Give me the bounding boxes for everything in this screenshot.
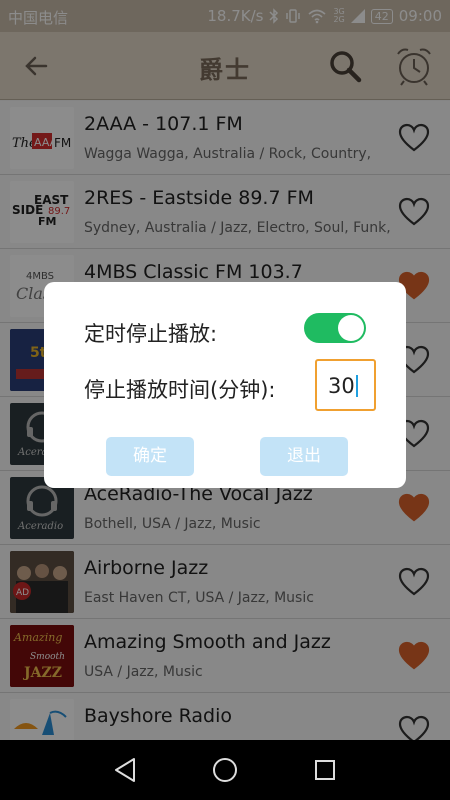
timer-toggle[interactable] — [304, 313, 366, 343]
nav-home-icon[interactable] — [212, 756, 238, 784]
timer-label: 定时停止播放: — [84, 322, 218, 346]
toggle-knob — [338, 315, 364, 341]
sleep-timer-dialog: 定时停止播放: 停止播放时间(分钟): 30 确定 退出 — [44, 282, 406, 488]
text-caret — [355, 375, 358, 397]
minutes-label: 停止播放时间(分钟): — [84, 378, 276, 402]
nav-back-icon[interactable] — [112, 756, 138, 784]
system-nav-bar — [0, 740, 450, 800]
exit-button[interactable]: 退出 — [260, 437, 348, 476]
nav-recents-icon[interactable] — [312, 756, 338, 784]
confirm-button[interactable]: 确定 — [106, 437, 194, 476]
minutes-input[interactable]: 30 — [315, 359, 376, 411]
minutes-value: 30 — [328, 374, 355, 398]
